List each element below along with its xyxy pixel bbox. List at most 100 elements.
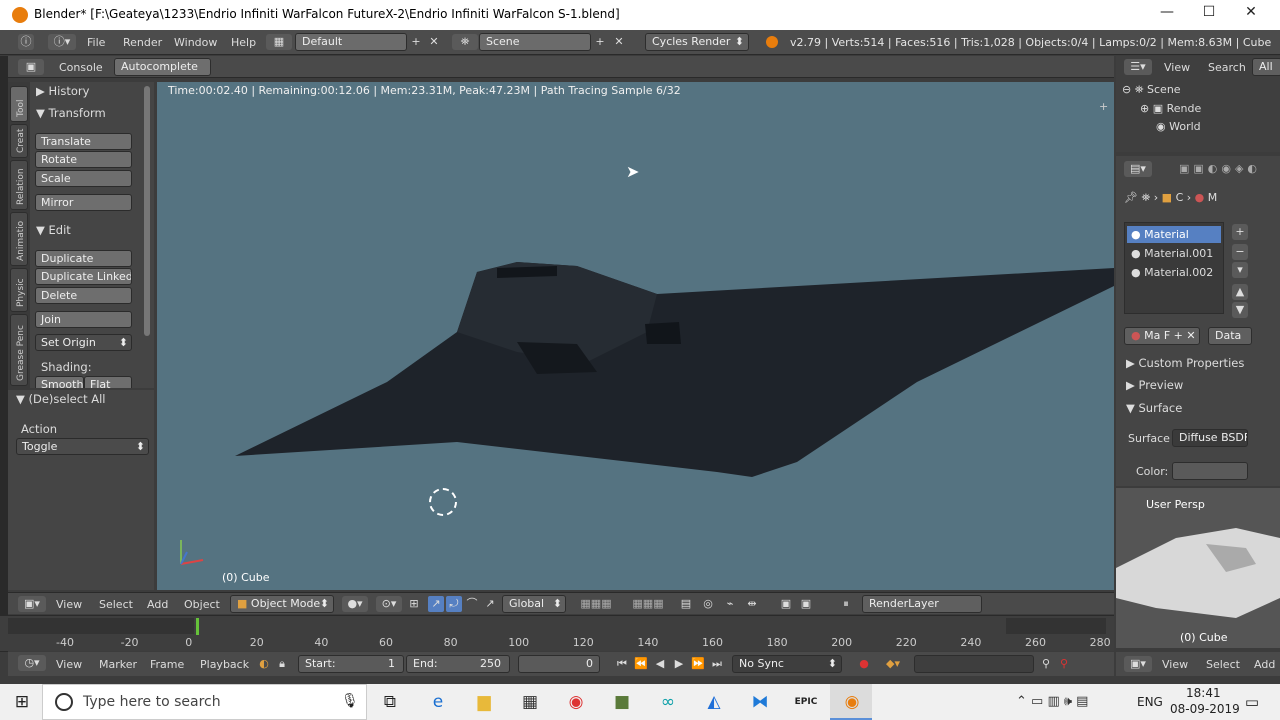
insert-keyframe-icon[interactable]: ⚲	[1038, 656, 1054, 672]
menu-view[interactable]: View	[56, 658, 82, 671]
snap-target-icon[interactable]: ⇹	[744, 596, 760, 612]
smooth-button[interactable]: Smooth	[35, 376, 84, 388]
tab-animation[interactable]: Animatio	[10, 212, 28, 266]
manipulator-icon[interactable]: ⊞	[406, 596, 422, 612]
maximize-button[interactable]: ☐	[1189, 4, 1229, 26]
autocomplete-button[interactable]: Autocomplete	[114, 58, 211, 76]
tab-grease-pencil[interactable]: Grease Penc	[10, 314, 28, 386]
material-slot-2[interactable]: ● Material.002	[1131, 266, 1213, 279]
info-icon[interactable]: ⓘ	[18, 34, 34, 50]
action-select[interactable]: Toggle ⬍	[16, 438, 149, 455]
anim-render-icon[interactable]: ▣	[798, 596, 814, 612]
outliner-menu-search[interactable]: Search	[1208, 61, 1246, 74]
start-frame-field[interactable]: Start: 1	[298, 655, 404, 673]
mode-select[interactable]: ■ Object Mode ⬍	[230, 595, 334, 613]
next-keyframe-icon[interactable]: ⏩	[690, 656, 706, 672]
render-layer-field[interactable]: RenderLayer	[862, 595, 982, 613]
scale-manipulator-icon[interactable]: ⌒	[464, 596, 480, 612]
render-engine-select[interactable]: Cycles Render ⬍	[645, 33, 749, 51]
link-data-select[interactable]: Data	[1208, 327, 1252, 345]
play-reverse-icon[interactable]: ◀	[652, 656, 668, 672]
end-frame-field[interactable]: End: 250	[406, 655, 510, 673]
outliner-menu-view[interactable]: View	[1164, 61, 1190, 74]
sync-select[interactable]: No Sync ⬍	[732, 655, 842, 673]
menu-view[interactable]: View	[56, 598, 82, 611]
color-field[interactable]	[1172, 462, 1248, 480]
menu-marker[interactable]: Marker	[99, 658, 137, 671]
add-layout-icon[interactable]: +	[408, 34, 424, 50]
outliner-item-scene[interactable]: ⊖ ⛯ Scene	[1122, 83, 1181, 97]
move-down-icon[interactable]: ▼	[1232, 302, 1248, 318]
layers2-icon[interactable]: ▦▦▦	[626, 596, 670, 612]
mirror-button[interactable]: Mirror	[35, 194, 132, 211]
move-up-icon[interactable]: ▲	[1232, 284, 1248, 300]
scale-button[interactable]: Scale	[35, 170, 132, 187]
close-button[interactable]: ✕	[1231, 4, 1271, 26]
editor-type-icon[interactable]: ◷▾	[18, 655, 46, 671]
translate-manipulator-icon[interactable]: ↗	[428, 596, 444, 612]
material-slot-1[interactable]: ● Material.001	[1131, 247, 1213, 260]
menu-add[interactable]: Add	[1254, 658, 1275, 671]
panel-custom-properties[interactable]: ▶ Custom Properties	[1126, 356, 1244, 370]
microphone-icon[interactable]: 🎙︎	[341, 693, 359, 709]
chrome-icon[interactable]: ◉	[556, 689, 596, 715]
menu-playback[interactable]: Playback	[200, 658, 249, 671]
outliner-display-select[interactable]: All	[1252, 58, 1280, 76]
panel-preview[interactable]: ▶ Preview	[1126, 378, 1183, 392]
panel-history[interactable]: ▶ History	[36, 84, 89, 98]
tab-tool[interactable]: Tool	[10, 86, 28, 122]
menu-file[interactable]: File	[87, 36, 105, 49]
menu-help[interactable]: Help	[231, 36, 256, 49]
arduino-icon[interactable]: ∞	[648, 689, 688, 715]
context-tabs-icon[interactable]: ▣▣◐◉◈◐	[1166, 161, 1274, 177]
toolshelf-scrollbar[interactable]	[144, 86, 150, 336]
editor-type-icon[interactable]: ▣▾	[1124, 656, 1152, 672]
editor-type-icon[interactable]: ▣▾	[18, 596, 46, 612]
pivot-icon[interactable]: ⊙▾	[376, 596, 402, 612]
outliner-editor-icon[interactable]: ☰▾	[1124, 59, 1152, 75]
duplicate-button[interactable]: Duplicate	[35, 250, 132, 267]
flat-button[interactable]: Flat	[84, 376, 132, 388]
panel-transform[interactable]: ▼ Transform	[36, 106, 106, 120]
prev-keyframe-icon[interactable]: ⏪	[633, 656, 649, 672]
vscode-icon[interactable]: ⧓	[740, 689, 780, 715]
keying-set-field[interactable]	[914, 655, 1034, 673]
epic-games-icon[interactable]: EPIC	[786, 689, 826, 715]
pin-icon[interactable]: 📌︎ ⛯ › ■ C › ● M	[1124, 191, 1217, 205]
expand-icon[interactable]: +	[1099, 100, 1108, 113]
tab-physics[interactable]: Physic	[10, 268, 28, 312]
pause-render-icon[interactable]: ⏸	[838, 596, 854, 612]
editor-type-icon[interactable]: ⓘ▾	[48, 34, 76, 50]
search-box[interactable]: Type here to search 🎙︎	[42, 684, 367, 720]
menu-frame[interactable]: Frame	[150, 658, 184, 671]
jump-end-icon[interactable]: ⏭	[709, 656, 725, 672]
rotate-manipulator-icon[interactable]: ⤾	[446, 596, 462, 612]
store-icon[interactable]: ▦	[510, 689, 550, 715]
outliner-item-render[interactable]: ⊕ ▣ Rende	[1140, 102, 1201, 115]
shading-mode-icon[interactable]: ●▾	[342, 596, 368, 612]
language-indicator[interactable]: ENG	[1137, 695, 1163, 709]
minecraft-icon[interactable]: ■	[602, 689, 642, 715]
3d-viewport[interactable]: Time:00:02.40 | Remaining:00:12.06 | Mem…	[157, 82, 1114, 590]
material-datablock[interactable]: ● Ma F + ✕	[1124, 327, 1200, 345]
layers-icon[interactable]: ▦▦▦	[574, 596, 618, 612]
menu-add[interactable]: Add	[147, 598, 168, 611]
rotate-button[interactable]: Rotate	[35, 151, 132, 168]
current-frame-field[interactable]: 0	[518, 655, 600, 673]
orientation-select[interactable]: Global ⬍	[502, 595, 566, 613]
add-scene-icon[interactable]: +	[592, 34, 608, 50]
timeline[interactable]: -40 -20 0 20 40 60 80 100 120 140 160 180 200 220 240 2…	[0, 615, 1114, 651]
play-icon[interactable]: ▶	[671, 656, 687, 672]
delete-keyframe-icon[interactable]: ⚲	[1056, 656, 1072, 672]
snap-element-icon[interactable]: ⌁	[722, 596, 738, 612]
slot-menu-icon[interactable]: ▾	[1232, 262, 1248, 278]
lock-range-icon[interactable]: 🔒︎	[274, 656, 290, 672]
keying-set-icon[interactable]: ◆▾	[880, 656, 906, 672]
remove-layout-icon[interactable]: ✕	[426, 34, 442, 50]
remove-slot-icon[interactable]: −	[1232, 244, 1248, 260]
menu-window[interactable]: Window	[174, 36, 217, 49]
preview-range-icon[interactable]: ◐	[256, 656, 272, 672]
menu-view[interactable]: View	[1162, 658, 1188, 671]
material-slot-0[interactable]: ● Material	[1131, 228, 1189, 241]
clock-date[interactable]: 08-09-2019	[1170, 702, 1240, 716]
